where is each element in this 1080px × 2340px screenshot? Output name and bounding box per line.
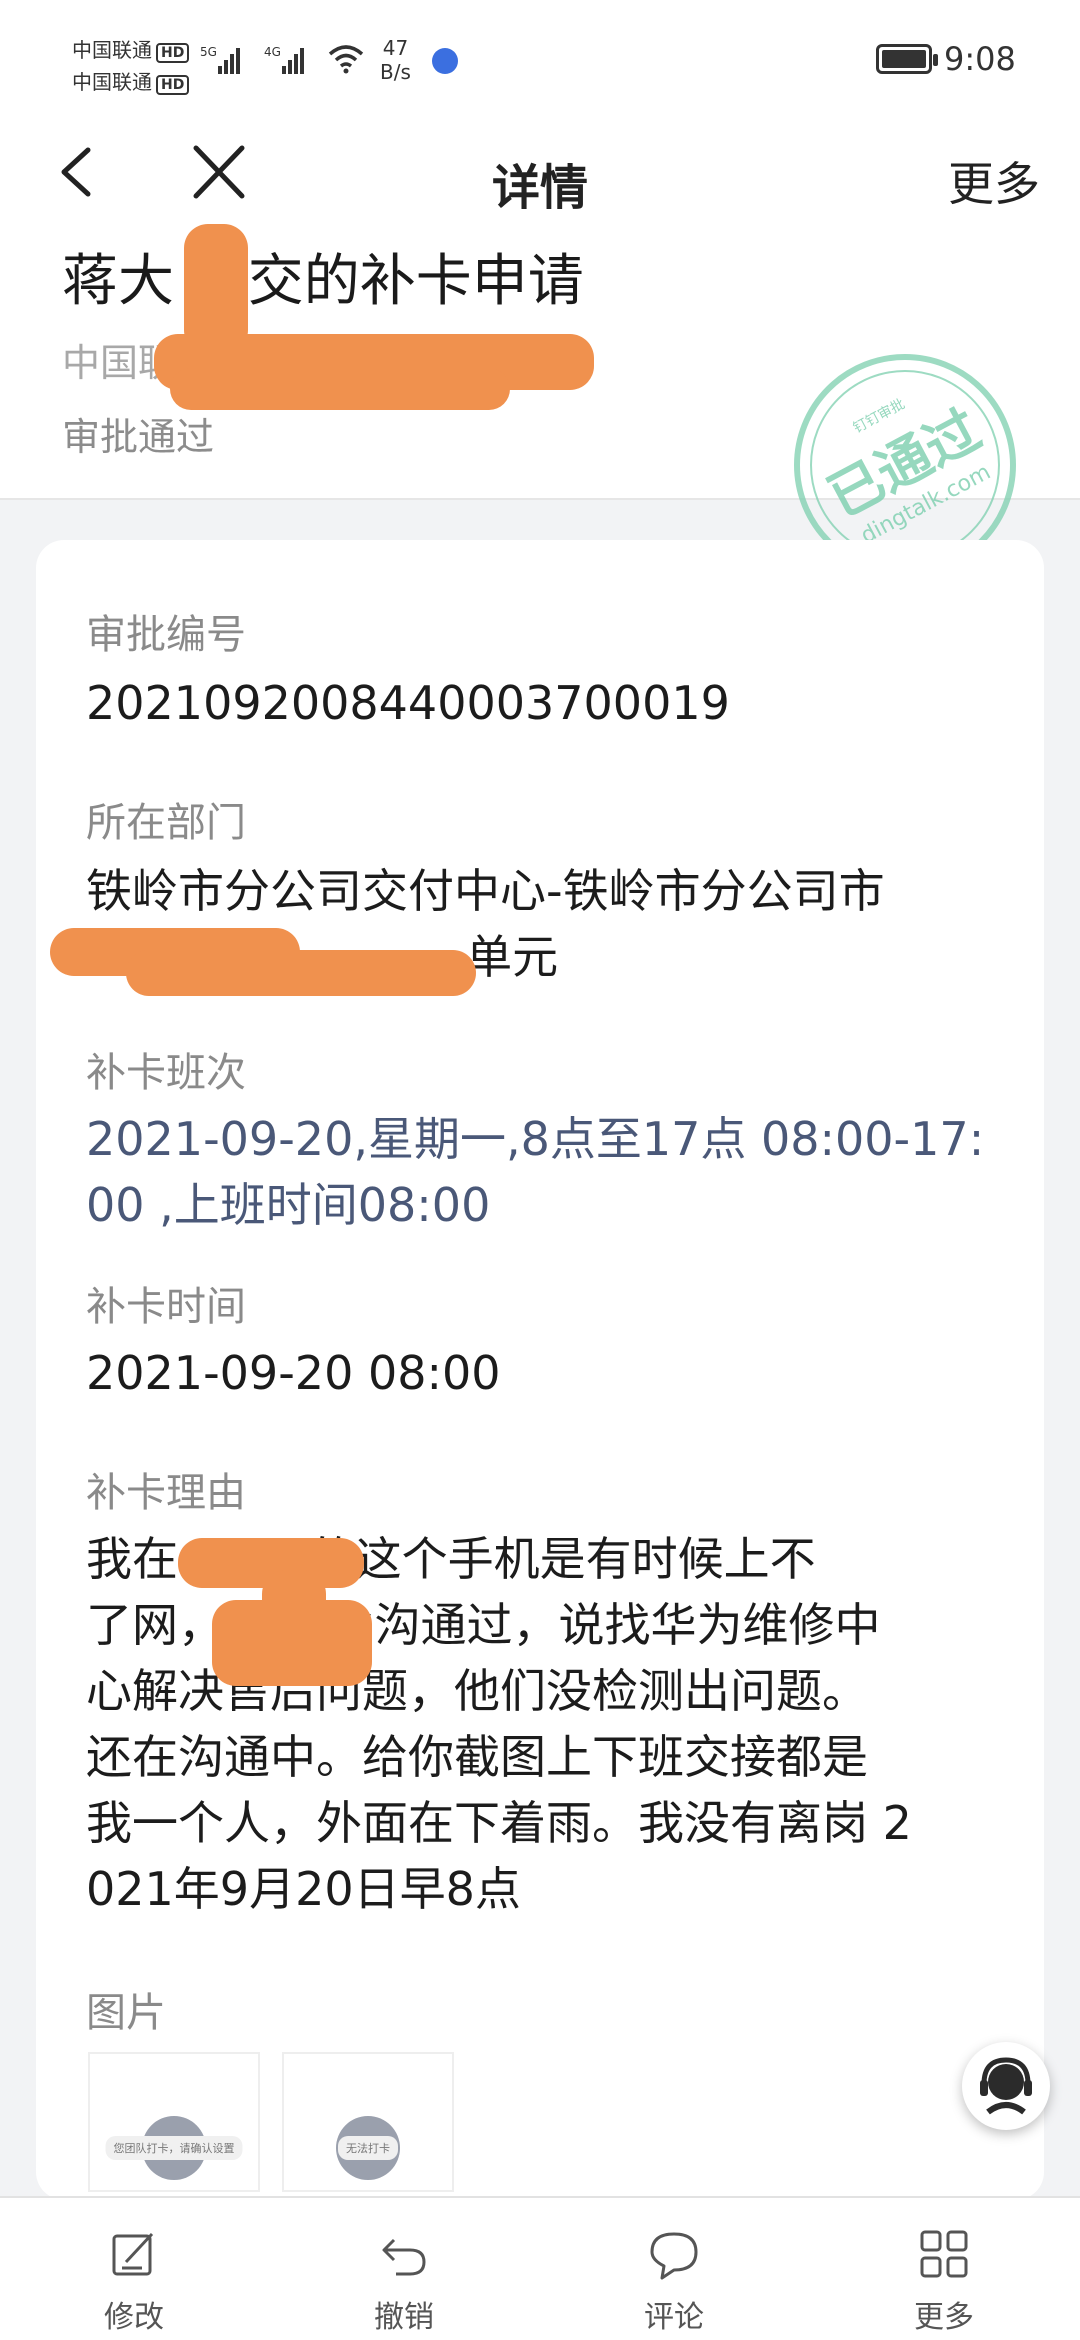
carrier-2: 中国联通 HD: [72, 66, 190, 95]
comment-label: 评论: [644, 2300, 704, 2335]
signal-icon: 5G: [200, 45, 240, 74]
signal-4g-label: 4G: [264, 45, 281, 59]
approval-title: 蒋大 提交的补卡申请: [62, 249, 584, 314]
more-actions-label: 更多: [914, 2300, 974, 2335]
image-thumbnail[interactable]: 无法打卡: [282, 2052, 454, 2192]
more-button[interactable]: 更多: [948, 148, 1040, 214]
page-title: 详情: [491, 160, 588, 216]
details-card: 审批编号 2021092008440003700019 所在部门 铁岭市分公司交…: [36, 540, 1044, 2200]
nav-bar: 详情 更多: [0, 120, 1080, 230]
field-label-shift: 补卡班次: [86, 1050, 246, 1096]
field-label-images: 图片: [86, 1990, 166, 2036]
hd-badge-2: HD: [156, 75, 190, 95]
approval-status: 审批通过: [62, 415, 215, 459]
carrier-1: 中国联通 HD: [72, 34, 190, 63]
field-label-clock-time: 补卡时间: [86, 1284, 246, 1330]
image-thumbnail-caption: 无法打卡: [338, 2136, 398, 2160]
field-label-approval-number: 审批编号: [86, 612, 246, 658]
battery-icon: [876, 44, 938, 74]
carrier-1-name: 中国联通: [72, 38, 152, 62]
net-speed-value: 47: [382, 36, 409, 60]
support-agent-button[interactable]: [962, 2042, 1050, 2130]
field-value-shift: 2021-09-20,星期一,8点至17点 08:00-17: 00 ,上班时间…: [86, 1112, 985, 1232]
edit-label: 修改: [104, 2300, 164, 2335]
field-label-reason: 补卡理由: [86, 1470, 246, 1516]
signal-icon: 4G: [264, 45, 304, 74]
status-bar: 中国联通 HD 中国联通 HD 5G 4G 47 B/s 9:08: [0, 0, 1080, 120]
comment-button[interactable]: 评论: [574, 2198, 774, 2340]
redaction-mark: [212, 1600, 372, 1686]
hd-badge-1: HD: [156, 43, 190, 63]
wifi-icon: [328, 45, 364, 74]
carrier-2-name: 中国联通: [72, 70, 152, 94]
redaction-mark: [170, 368, 510, 410]
redaction-mark: [126, 950, 476, 996]
revoke-label: 撤销: [374, 2300, 434, 2335]
undo-icon: [382, 2238, 426, 2276]
field-value-clock-time: 2021-09-20 08:00: [86, 1346, 501, 1400]
edit-button[interactable]: 修改: [34, 2198, 234, 2340]
field-value-approval-number: 2021092008440003700019: [86, 676, 730, 730]
comment-icon: [650, 2232, 698, 2280]
globe-icon: [432, 48, 458, 74]
edit-icon: [112, 2232, 154, 2276]
image-thumbnail[interactable]: 您团队打卡，请确认设置: [88, 2052, 260, 2192]
more-actions-button[interactable]: 更多: [844, 2198, 1044, 2340]
field-label-department: 所在部门: [86, 800, 246, 846]
net-speed: 47 B/s: [380, 36, 411, 84]
grid-icon: [920, 2230, 968, 2278]
bottom-toolbar: 修改 撤销 评论 更多: [0, 2196, 1080, 2340]
signal-5g-label: 5G: [200, 45, 217, 59]
status-time: 9:08: [944, 40, 1016, 78]
revoke-button[interactable]: 撤销: [304, 2198, 504, 2340]
net-speed-unit: B/s: [380, 60, 411, 84]
image-thumbnail-caption: 您团队打卡，请确认设置: [105, 2136, 243, 2160]
